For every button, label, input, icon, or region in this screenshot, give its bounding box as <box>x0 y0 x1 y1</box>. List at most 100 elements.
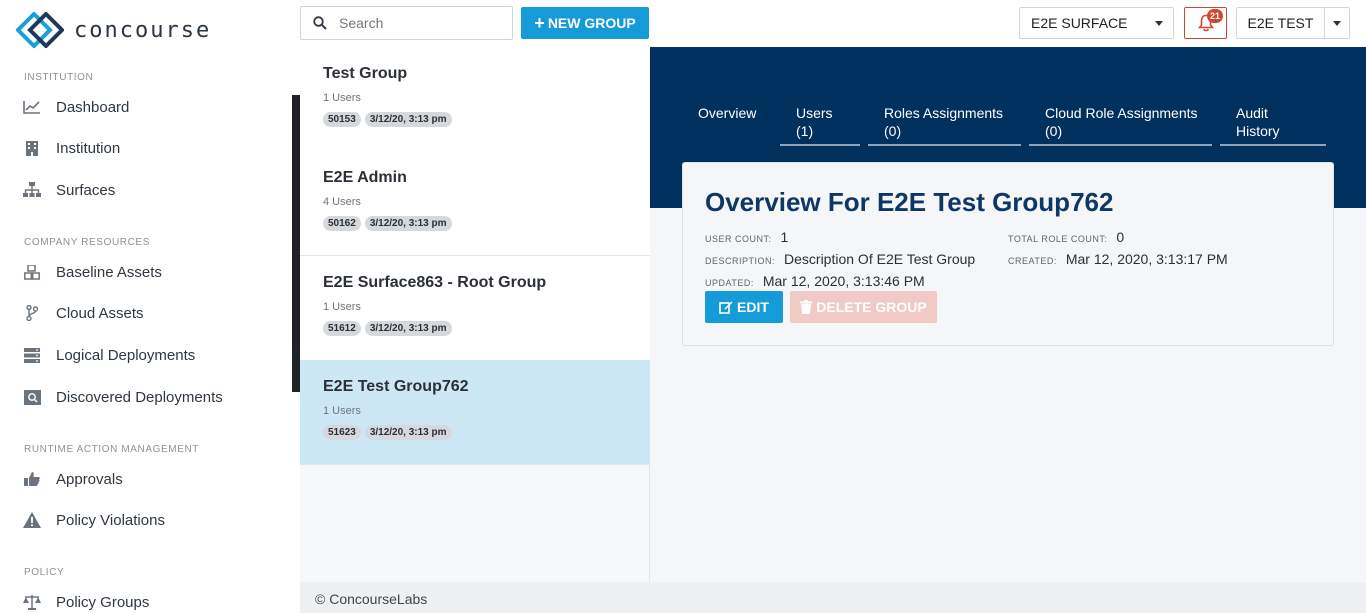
search-server-icon <box>22 388 42 406</box>
user-name[interactable]: E2E TEST <box>1237 8 1325 38</box>
sidebar-item-institution[interactable]: Institution <box>22 136 120 160</box>
delete-group-button[interactable]: DELETE GROUP <box>790 291 937 323</box>
sidebar-item-approvals[interactable]: Approvals <box>22 467 123 491</box>
surface-select-value: E2E SURFACE <box>1031 15 1128 31</box>
sidebar-item-label: Baseline Assets <box>56 263 162 281</box>
search-box[interactable] <box>300 6 513 40</box>
field-value: Mar 12, 2020, 3:13:46 PM <box>762 273 925 289</box>
field-value: 1 <box>780 229 789 245</box>
page-title: Overview For E2E Test Group762 <box>705 187 1114 217</box>
chevron-down-icon <box>1333 20 1341 26</box>
sidebar-item-cloud-assets[interactable]: Cloud Assets <box>22 301 144 325</box>
group-user-count: 4 Users <box>323 196 361 208</box>
field-value: 0 <box>1116 229 1125 245</box>
group-date-badge: 3/12/20, 3:13 pm <box>364 216 452 231</box>
plus-icon: + <box>534 13 545 33</box>
surface-select[interactable]: E2E SURFACE <box>1019 7 1174 39</box>
code-branch-icon <box>22 304 42 322</box>
group-list-item[interactable]: Test Group 1 Users 50153 3/12/20, 3:13 pm <box>300 47 650 152</box>
logo[interactable]: concourse <box>16 12 211 48</box>
group-user-count: 1 Users <box>323 301 361 313</box>
footer-copyright: © ConcourseLabs <box>315 591 428 607</box>
group-list-item[interactable]: E2E Admin 4 Users 50162 3/12/20, 3:13 pm <box>300 151 650 256</box>
tab-roles-assignments[interactable]: Roles Assignments (0) <box>884 104 1003 140</box>
group-id-badge: 50153 <box>323 112 361 127</box>
group-user-count: 1 Users <box>323 92 361 104</box>
group-date-badge: 3/12/20, 3:13 pm <box>364 425 452 440</box>
created-field: CREATED: Mar 12, 2020, 3:13:17 PM <box>1008 251 1228 267</box>
tab-underline <box>780 144 860 146</box>
tab-users[interactable]: Users (1) <box>796 104 833 140</box>
sidebar-item-label: Policy Violations <box>56 511 165 529</box>
warning-icon <box>22 511 42 529</box>
thumbs-up-icon <box>22 470 42 488</box>
field-label: TOTAL ROLE COUNT: <box>1008 234 1108 244</box>
sidebar: concourse INSTITUTION Dashboard Institut… <box>0 0 300 613</box>
sidebar-item-discovered-deployments[interactable]: Discovered Deployments <box>22 385 223 409</box>
overview-card: Overview For E2E Test Group762 USER COUN… <box>682 162 1334 346</box>
sidebar-item-label: Institution <box>56 139 121 157</box>
sidebar-item-label: Discovered Deployments <box>56 388 223 406</box>
tab-cloud-role-assignments[interactable]: Cloud Role Assignments (0) <box>1045 104 1198 140</box>
tab-count: (1) <box>796 123 814 139</box>
tab-label: Cloud Role Assignments <box>1045 105 1198 121</box>
group-name: Test Group <box>323 65 408 82</box>
sidebar-item-dashboard[interactable]: Dashboard <box>22 95 129 119</box>
group-list-item[interactable]: E2E Surface863 - Root Group 1 Users 5161… <box>300 256 650 361</box>
sidebar-item-label: Cloud Assets <box>56 304 144 322</box>
sidebar-item-logical-deployments[interactable]: Logical Deployments <box>22 343 195 367</box>
footer: © ConcourseLabs <box>300 582 1366 613</box>
notifications-button[interactable]: 21 <box>1184 7 1227 39</box>
sidebar-item-surfaces[interactable]: Surfaces <box>22 178 115 202</box>
logo-text: concourse <box>74 17 212 43</box>
sidebar-item-policy-groups[interactable]: Policy Groups <box>22 590 149 613</box>
tab-audit-history[interactable]: Audit History <box>1236 104 1280 140</box>
chevron-down-icon <box>1155 21 1163 26</box>
tab-underline <box>1220 144 1326 146</box>
balance-scale-icon <box>22 593 42 611</box>
section-title-policy: POLICY <box>24 567 65 578</box>
group-id-badge: 50162 <box>323 216 361 231</box>
group-date-badge: 3/12/20, 3:13 pm <box>364 321 452 336</box>
tab-label: Overview <box>698 105 757 121</box>
concourse-logo-icon <box>16 12 64 48</box>
sidebar-item-label: Approvals <box>56 470 123 488</box>
tab-label: Audit <box>1236 105 1268 121</box>
sidebar-scroll-indicator <box>292 95 300 392</box>
field-label: USER COUNT: <box>705 234 772 244</box>
section-title-company-resources: COMPANY RESOURCES <box>24 237 150 248</box>
sidebar-item-label: Policy Groups <box>56 593 150 611</box>
sidebar-item-baseline-assets[interactable]: Baseline Assets <box>22 260 162 284</box>
sidebar-item-policy-violations[interactable]: Policy Violations <box>22 508 165 532</box>
group-date-badge: 3/12/20, 3:13 pm <box>364 112 452 127</box>
cubes-icon <box>22 263 42 281</box>
tab-label: Users <box>796 105 833 121</box>
search-input[interactable] <box>339 15 499 31</box>
sitemap-icon <box>22 181 42 199</box>
group-id-badge: 51623 <box>323 425 361 440</box>
user-menu-dropdown[interactable] <box>1325 8 1349 38</box>
new-group-label: NEW GROUP <box>547 15 636 31</box>
tab-underline <box>868 144 1021 146</box>
group-name: E2E Surface863 - Root Group <box>323 274 547 291</box>
tab-count: (0) <box>1045 123 1063 139</box>
total-role-count-field: TOTAL ROLE COUNT: 0 <box>1008 229 1124 245</box>
edit-icon <box>719 301 733 314</box>
group-list-item-selected[interactable]: E2E Test Group762 1 Users 51623 3/12/20, … <box>300 360 650 465</box>
chart-line-icon <box>22 98 42 116</box>
search-icon <box>301 16 339 30</box>
tab-label: History <box>1236 123 1280 139</box>
field-label: DESCRIPTION: <box>705 256 776 266</box>
user-menu[interactable]: E2E TEST <box>1236 7 1350 39</box>
field-value: Description Of E2E Test Group <box>784 251 976 267</box>
group-name: E2E Admin <box>323 169 407 186</box>
updated-field: UPDATED: Mar 12, 2020, 3:13:46 PM <box>705 273 925 289</box>
tab-overview[interactable]: Overview <box>698 104 756 122</box>
delete-group-label: DELETE GROUP <box>816 299 927 315</box>
tab-label: Roles Assignments <box>884 105 1004 121</box>
new-group-button[interactable]: + NEW GROUP <box>521 7 649 39</box>
description-field: DESCRIPTION: Description Of E2E Test Gro… <box>705 251 975 267</box>
sidebar-item-label: Logical Deployments <box>56 346 196 364</box>
server-icon <box>22 346 42 364</box>
edit-button[interactable]: EDIT <box>705 291 783 323</box>
